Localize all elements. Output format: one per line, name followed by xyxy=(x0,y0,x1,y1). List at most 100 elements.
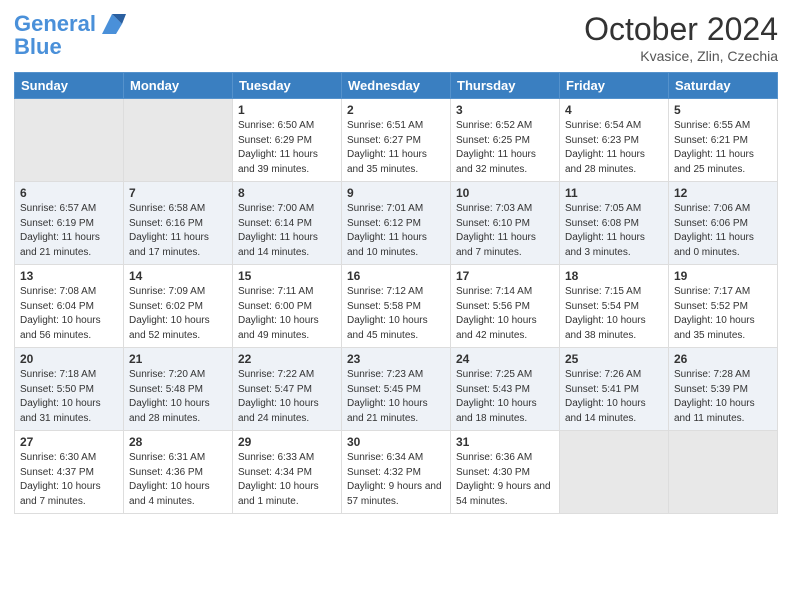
day-number: 27 xyxy=(20,435,118,449)
calendar-cell xyxy=(124,99,233,182)
day-number: 28 xyxy=(129,435,227,449)
day-number: 17 xyxy=(456,269,554,283)
calendar-cell: 19 Sunrise: 7:17 AMSunset: 5:52 PMDayligh… xyxy=(669,265,778,348)
day-number: 24 xyxy=(456,352,554,366)
calendar-cell: 16 Sunrise: 7:12 AMSunset: 5:58 PMDayligh… xyxy=(342,265,451,348)
day-info: Sunrise: 7:11 AMSunset: 6:00 PMDaylight:… xyxy=(238,285,336,343)
day-number: 7 xyxy=(129,186,227,200)
calendar-week-2: 6 Sunrise: 6:57 AMSunset: 6:19 PMDaylight… xyxy=(15,182,778,265)
page: General Blue October 2024 Kvasice, Zlin,… xyxy=(0,0,792,612)
day-number: 15 xyxy=(238,269,336,283)
location: Kvasice, Zlin, Czechia xyxy=(584,48,778,64)
calendar-header-friday: Friday xyxy=(560,73,669,99)
day-number: 2 xyxy=(347,103,445,117)
calendar-cell: 21Sunrise: 7:20 AMSunset: 5:48 PMDayligh… xyxy=(124,348,233,431)
calendar-cell: 28 Sunrise: 6:31 AMSunset: 4:36 PMDayligh… xyxy=(124,431,233,514)
day-info: Sunrise: 7:20 AMSunset: 5:48 PMDaylight:… xyxy=(129,368,227,426)
day-info: Sunrise: 6:58 AMSunset: 6:16 PMDaylight:… xyxy=(129,202,227,260)
day-info: Sunrise: 6:50 AMSunset: 6:29 PMDaylight:… xyxy=(238,119,336,177)
day-number: 16 xyxy=(347,269,445,283)
calendar-cell: 18Sunrise: 7:15 AMSunset: 5:54 PMDayligh… xyxy=(560,265,669,348)
day-number: 29 xyxy=(238,435,336,449)
day-number: 31 xyxy=(456,435,554,449)
calendar-cell: 29 Sunrise: 6:33 AMSunset: 4:34 PMDayligh… xyxy=(233,431,342,514)
day-number: 18 xyxy=(565,269,663,283)
calendar-cell: 13 Sunrise: 7:08 AMSunset: 6:04 PMDayligh… xyxy=(15,265,124,348)
day-number: 3 xyxy=(456,103,554,117)
month-title: October 2024 xyxy=(584,10,778,48)
calendar-header-thursday: Thursday xyxy=(451,73,560,99)
calendar-cell: 20 Sunrise: 7:18 AMSunset: 5:50 PMDayligh… xyxy=(15,348,124,431)
calendar-cell: 5 Sunrise: 6:55 AMSunset: 6:21 PMDaylight… xyxy=(669,99,778,182)
day-number: 10 xyxy=(456,186,554,200)
calendar-header-sunday: Sunday xyxy=(15,73,124,99)
day-info: Sunrise: 6:31 AMSunset: 4:36 PMDaylight:… xyxy=(129,451,227,509)
calendar-header-tuesday: Tuesday xyxy=(233,73,342,99)
day-info: Sunrise: 7:28 AMSunset: 5:39 PMDaylight:… xyxy=(674,368,772,426)
calendar-cell xyxy=(669,431,778,514)
calendar-header-row: SundayMondayTuesdayWednesdayThursdayFrid… xyxy=(15,73,778,99)
day-number: 22 xyxy=(238,352,336,366)
day-number: 13 xyxy=(20,269,118,283)
day-number: 12 xyxy=(674,186,772,200)
day-info: Sunrise: 7:18 AMSunset: 5:50 PMDaylight:… xyxy=(20,368,118,426)
day-number: 19 xyxy=(674,269,772,283)
day-number: 14 xyxy=(129,269,227,283)
day-info: Sunrise: 6:36 AMSunset: 4:30 PMDaylight:… xyxy=(456,451,554,509)
day-number: 8 xyxy=(238,186,336,200)
calendar-cell: 25 Sunrise: 7:26 AMSunset: 5:41 PMDayligh… xyxy=(560,348,669,431)
day-info: Sunrise: 7:00 AMSunset: 6:14 PMDaylight:… xyxy=(238,202,336,260)
calendar-cell: 12Sunrise: 7:06 AMSunset: 6:06 PMDayligh… xyxy=(669,182,778,265)
day-info: Sunrise: 6:55 AMSunset: 6:21 PMDaylight:… xyxy=(674,119,772,177)
calendar-cell: 9Sunrise: 7:01 AMSunset: 6:12 PMDaylight… xyxy=(342,182,451,265)
calendar-cell: 6 Sunrise: 6:57 AMSunset: 6:19 PMDaylight… xyxy=(15,182,124,265)
calendar-cell: 3Sunrise: 6:52 AMSunset: 6:25 PMDaylight… xyxy=(451,99,560,182)
day-info: Sunrise: 6:57 AMSunset: 6:19 PMDaylight:… xyxy=(20,202,118,260)
calendar-cell: 31 Sunrise: 6:36 AMSunset: 4:30 PMDayligh… xyxy=(451,431,560,514)
day-info: Sunrise: 7:17 AMSunset: 5:52 PMDaylight:… xyxy=(674,285,772,343)
calendar-cell xyxy=(15,99,124,182)
day-info: Sunrise: 7:26 AMSunset: 5:41 PMDaylight:… xyxy=(565,368,663,426)
calendar-cell: 14 Sunrise: 7:09 AMSunset: 6:02 PMDayligh… xyxy=(124,265,233,348)
day-number: 1 xyxy=(238,103,336,117)
calendar-cell: 23 Sunrise: 7:23 AMSunset: 5:45 PMDayligh… xyxy=(342,348,451,431)
day-info: Sunrise: 6:51 AMSunset: 6:27 PMDaylight:… xyxy=(347,119,445,177)
day-number: 25 xyxy=(565,352,663,366)
day-number: 6 xyxy=(20,186,118,200)
day-info: Sunrise: 7:12 AMSunset: 5:58 PMDaylight:… xyxy=(347,285,445,343)
day-info: Sunrise: 7:14 AMSunset: 5:56 PMDaylight:… xyxy=(456,285,554,343)
day-info: Sunrise: 7:03 AMSunset: 6:10 PMDaylight:… xyxy=(456,202,554,260)
calendar-cell: 7 Sunrise: 6:58 AMSunset: 6:16 PMDaylight… xyxy=(124,182,233,265)
day-info: Sunrise: 7:25 AMSunset: 5:43 PMDaylight:… xyxy=(456,368,554,426)
day-info: Sunrise: 6:54 AMSunset: 6:23 PMDaylight:… xyxy=(565,119,663,177)
day-info: Sunrise: 7:01 AMSunset: 6:12 PMDaylight:… xyxy=(347,202,445,260)
day-info: Sunrise: 7:08 AMSunset: 6:04 PMDaylight:… xyxy=(20,285,118,343)
day-number: 30 xyxy=(347,435,445,449)
day-number: 5 xyxy=(674,103,772,117)
calendar-week-1: 1 Sunrise: 6:50 AMSunset: 6:29 PMDaylight… xyxy=(15,99,778,182)
day-info: Sunrise: 7:23 AMSunset: 5:45 PMDaylight:… xyxy=(347,368,445,426)
calendar: SundayMondayTuesdayWednesdayThursdayFrid… xyxy=(14,72,778,514)
calendar-cell: 15 Sunrise: 7:11 AMSunset: 6:00 PMDayligh… xyxy=(233,265,342,348)
day-number: 20 xyxy=(20,352,118,366)
calendar-cell xyxy=(560,431,669,514)
calendar-cell: 11 Sunrise: 7:05 AMSunset: 6:08 PMDayligh… xyxy=(560,182,669,265)
day-number: 23 xyxy=(347,352,445,366)
calendar-cell: 27 Sunrise: 6:30 AMSunset: 4:37 PMDayligh… xyxy=(15,431,124,514)
day-number: 11 xyxy=(565,186,663,200)
calendar-cell: 10 Sunrise: 7:03 AMSunset: 6:10 PMDayligh… xyxy=(451,182,560,265)
logo: General Blue xyxy=(14,10,126,60)
calendar-header-wednesday: Wednesday xyxy=(342,73,451,99)
logo-text: General xyxy=(14,12,96,36)
day-info: Sunrise: 7:22 AMSunset: 5:47 PMDaylight:… xyxy=(238,368,336,426)
calendar-header-monday: Monday xyxy=(124,73,233,99)
day-info: Sunrise: 7:05 AMSunset: 6:08 PMDaylight:… xyxy=(565,202,663,260)
header: General Blue October 2024 Kvasice, Zlin,… xyxy=(14,10,778,64)
calendar-week-3: 13 Sunrise: 7:08 AMSunset: 6:04 PMDayligh… xyxy=(15,265,778,348)
title-block: October 2024 Kvasice, Zlin, Czechia xyxy=(584,10,778,64)
calendar-cell: 4Sunrise: 6:54 AMSunset: 6:23 PMDaylight… xyxy=(560,99,669,182)
day-info: Sunrise: 6:30 AMSunset: 4:37 PMDaylight:… xyxy=(20,451,118,509)
day-number: 26 xyxy=(674,352,772,366)
day-info: Sunrise: 6:33 AMSunset: 4:34 PMDaylight:… xyxy=(238,451,336,509)
day-info: Sunrise: 7:09 AMSunset: 6:02 PMDaylight:… xyxy=(129,285,227,343)
